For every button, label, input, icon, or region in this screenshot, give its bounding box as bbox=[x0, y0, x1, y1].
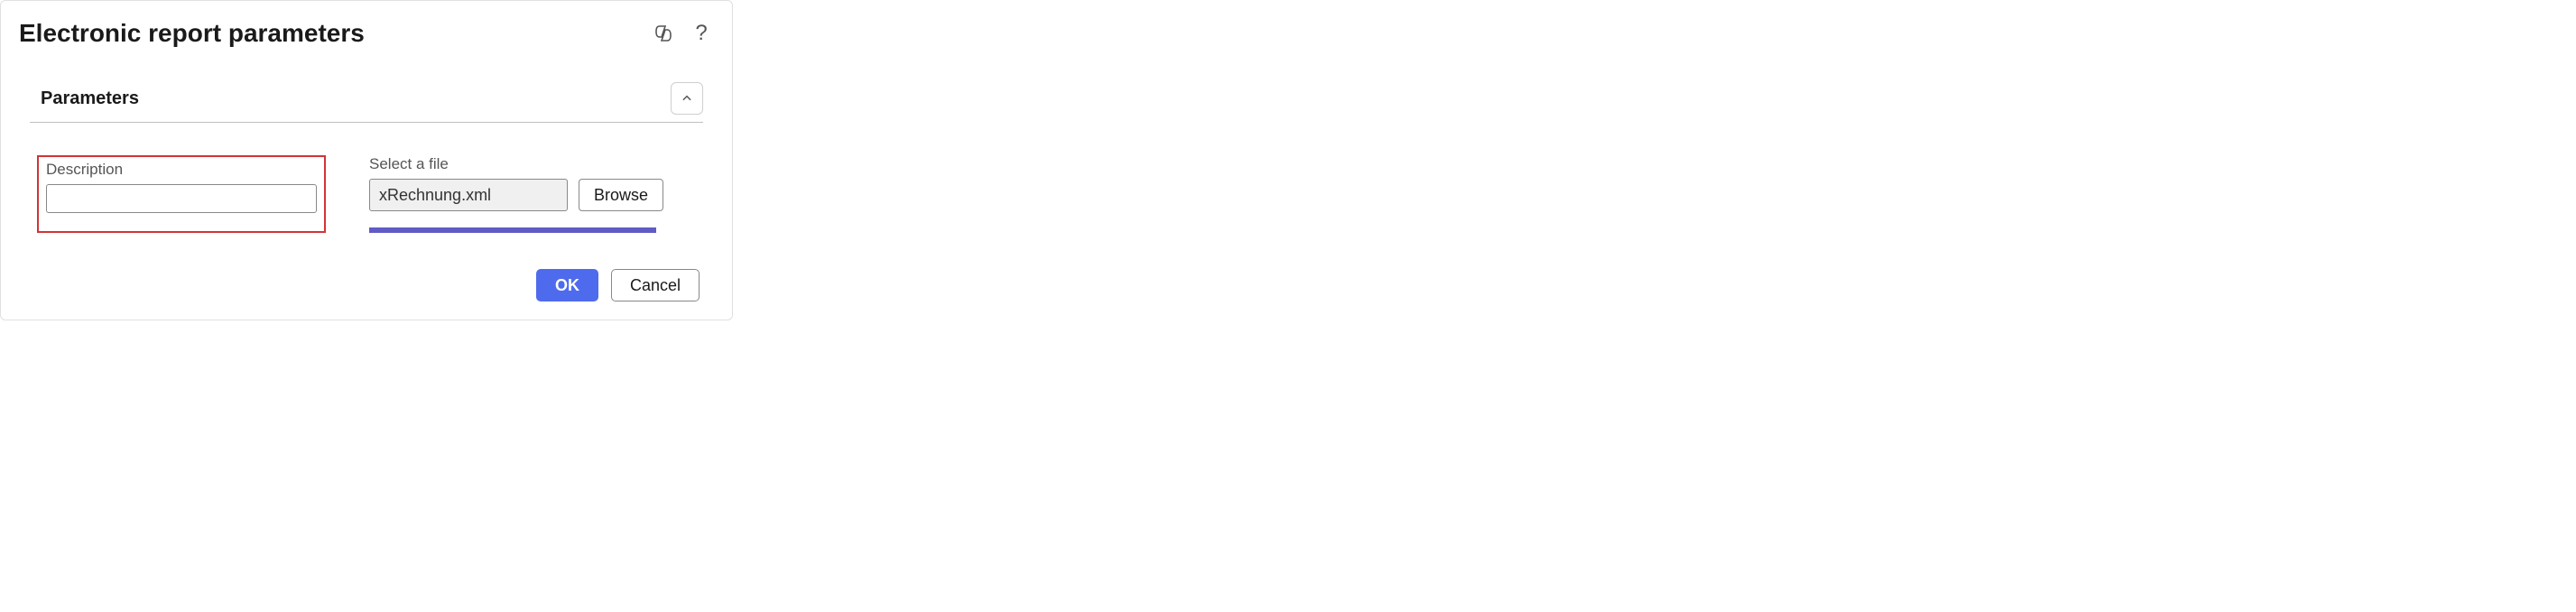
ok-button[interactable]: OK bbox=[536, 269, 598, 301]
cancel-button[interactable]: Cancel bbox=[611, 269, 700, 301]
description-input[interactable] bbox=[46, 184, 317, 213]
dialog-title: Electronic report parameters bbox=[19, 19, 365, 48]
collapse-button[interactable] bbox=[671, 82, 703, 115]
header-icons: ? bbox=[651, 21, 714, 46]
description-label: Description bbox=[46, 161, 317, 179]
file-underline-highlight bbox=[369, 227, 656, 233]
section-title: Parameters bbox=[41, 88, 139, 109]
browse-button[interactable]: Browse bbox=[579, 179, 663, 211]
form-row: Description Select a file xRechnung.xml … bbox=[19, 155, 714, 233]
section-header-parameters: Parameters bbox=[30, 75, 703, 123]
file-row: xRechnung.xml Browse bbox=[369, 179, 663, 211]
dialog-electronic-report-parameters: Electronic report parameters ? Parameter… bbox=[0, 0, 733, 320]
file-label: Select a file bbox=[369, 155, 663, 173]
file-name-display: xRechnung.xml bbox=[369, 179, 568, 211]
help-icon[interactable]: ? bbox=[689, 21, 714, 46]
chevron-up-icon bbox=[681, 92, 693, 105]
file-group: Select a file xRechnung.xml Browse bbox=[369, 155, 663, 233]
copilot-icon[interactable] bbox=[651, 21, 676, 46]
description-group: Description bbox=[37, 155, 326, 233]
dialog-footer: OK Cancel bbox=[19, 269, 714, 301]
dialog-header: Electronic report parameters ? bbox=[19, 19, 714, 48]
